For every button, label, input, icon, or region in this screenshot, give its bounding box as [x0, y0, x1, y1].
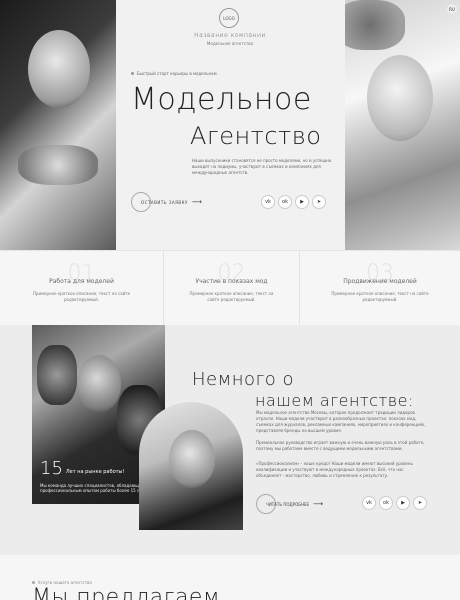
- service-card[interactable]: 01 Работа для моделей Примерное краткое …: [0, 251, 163, 326]
- hero-tagline-text: Быстрый старт карьеры в модельном: [137, 71, 217, 76]
- service-desc: Примерное краткое описание, текст на сай…: [189, 291, 274, 302]
- read-more-button[interactable]: ЧИТАТЬ ПОДРОБНЕЕ ⟶: [256, 494, 323, 514]
- service-title: Работа для моделей: [49, 278, 114, 285]
- service-title: Участие в показах мод: [195, 278, 268, 285]
- bullet-icon: [32, 581, 35, 584]
- arrow-right-icon: ⟶: [191, 198, 202, 206]
- youtube-icon[interactable]: ▶: [396, 496, 410, 510]
- bullet-icon: [131, 72, 134, 75]
- services-strip: 01 Работа для моделей Примерное краткое …: [0, 250, 460, 326]
- hero-section: LOGO Название компании Модельное агентст…: [0, 0, 460, 250]
- arrow-right-icon: ⟶: [313, 500, 324, 508]
- about-section: 15 Лет на рынке работы! Мы команда лучши…: [0, 325, 460, 555]
- vk-icon[interactable]: vk: [261, 195, 275, 209]
- read-more-label: ЧИТАТЬ ПОДРОБНЕЕ: [266, 501, 310, 507]
- odnoklassniki-icon[interactable]: ok: [278, 195, 292, 209]
- hero-title-line1: Модельное: [131, 82, 312, 117]
- hero-socials: vk ok ▶ ➤: [261, 195, 326, 209]
- service-card[interactable]: 03 Продвижение моделей Примерное краткое…: [299, 251, 460, 326]
- language-button[interactable]: RU: [447, 4, 457, 14]
- service-title: Продвижение моделей: [343, 278, 417, 285]
- company-name: Название компании: [194, 32, 266, 39]
- offers-title: Мы предлагаем: [32, 585, 221, 600]
- about-title-line1: Немного о: [192, 369, 295, 390]
- hero-title-line2: Агентство: [190, 122, 322, 150]
- hero-description: Наши выпускники становятся не просто мод…: [192, 158, 332, 175]
- hero-model-photo-right: [345, 0, 460, 250]
- about-model-photo-arch: [139, 402, 243, 530]
- about-title-line2: нашем агентстве:: [255, 391, 414, 410]
- years-badge: 15 Лет на рынке работы!: [40, 458, 125, 479]
- service-card[interactable]: 02 Участие в показах мод Примерное кратк…: [163, 251, 299, 326]
- about-paragraph: Мы модельное агентство Москвы, которое п…: [256, 410, 426, 433]
- telegram-icon[interactable]: ➤: [312, 195, 326, 209]
- telegram-icon[interactable]: ➤: [413, 496, 427, 510]
- about-paragraph: Премиальное руководство играет важную и …: [256, 440, 425, 451]
- years-text: Лет на рынке работы!: [65, 469, 125, 475]
- about-paragraph: «Профессионализм» - наше кредо! Наши мод…: [256, 461, 413, 478]
- offers-section: Услуги нашего агентства Мы предлагаем: [0, 555, 460, 600]
- hero-tagline: Быстрый старт карьеры в модельном: [131, 71, 217, 76]
- hero-model-photo-left: [0, 0, 116, 250]
- logo-text: LOGO: [223, 15, 235, 21]
- service-desc: Примерное краткое описание, текст на сай…: [32, 291, 131, 302]
- logo[interactable]: LOGO: [219, 8, 239, 28]
- youtube-icon[interactable]: ▶: [295, 195, 309, 209]
- hero-cta-label: ОСТАВИТЬ ЗАЯВКУ: [141, 199, 188, 205]
- years-description: Мы команда лучших специалистов, обладающ…: [40, 483, 146, 493]
- about-socials: vk ok ▶ ➤: [362, 496, 427, 510]
- vk-icon[interactable]: vk: [362, 496, 376, 510]
- company-subtitle: Модельное агентство: [206, 41, 254, 46]
- hero-cta-button[interactable]: ОСТАВИТЬ ЗАЯВКУ ⟶: [131, 192, 202, 212]
- odnoklassniki-icon[interactable]: ok: [379, 496, 393, 510]
- service-desc: Примерное краткое описание, текст на сай…: [331, 291, 429, 302]
- years-number: 15: [40, 458, 63, 479]
